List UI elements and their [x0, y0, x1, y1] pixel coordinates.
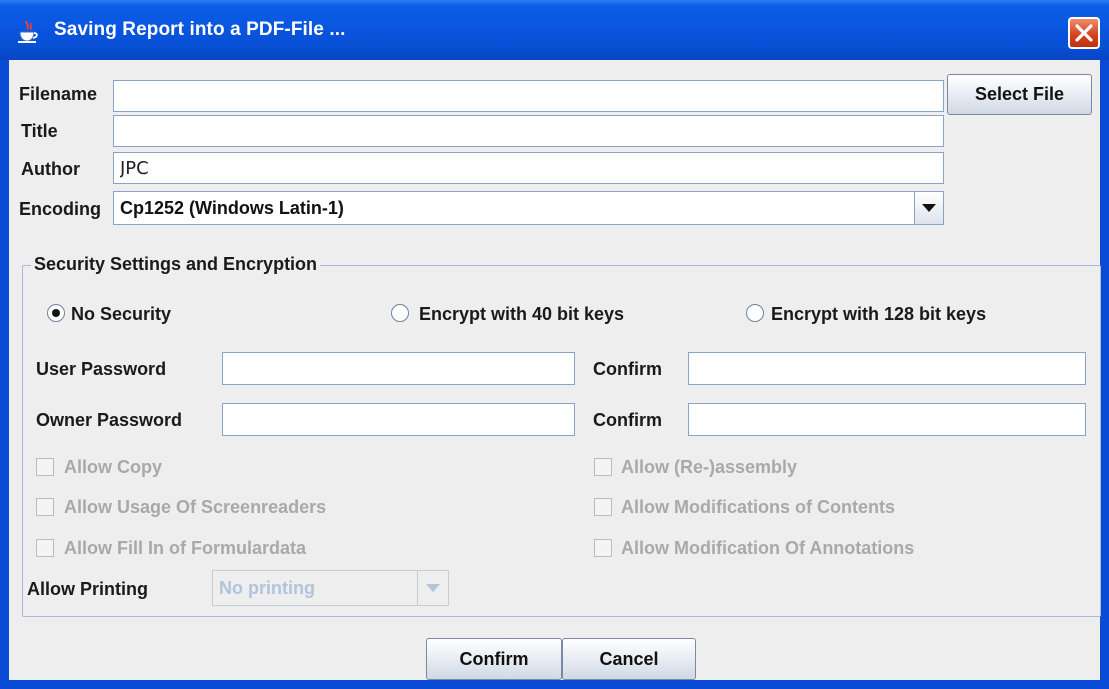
- encrypt-128-label[interactable]: Encrypt with 128 bit keys: [771, 304, 986, 325]
- allow-copy-label: Allow Copy: [64, 457, 162, 477]
- title-bar[interactable]: Saving Report into a PDF-File ...: [0, 0, 1109, 60]
- encoding-dropdown[interactable]: Cp1252 (Windows Latin-1): [113, 191, 944, 225]
- allow-copy-checkbox[interactable]: [36, 458, 54, 476]
- allow-printing-selected-value: No printing: [219, 578, 315, 598]
- encrypt-40-radio[interactable]: [391, 304, 409, 322]
- close-x-icon: [1075, 24, 1093, 42]
- radio-selected-dot: [52, 309, 60, 317]
- close-button[interactable]: [1068, 17, 1100, 49]
- author-label: Author: [21, 159, 80, 179]
- security-group-title: Security Settings and Encryption: [31, 254, 321, 275]
- dialog-window: Saving Report into a PDF-File ... Filena…: [0, 0, 1109, 689]
- allow-modify-contents-checkbox[interactable]: [594, 498, 612, 516]
- owner-password-confirm-field[interactable]: [688, 403, 1086, 436]
- filename-field[interactable]: [113, 80, 944, 112]
- encrypt-40-label[interactable]: Encrypt with 40 bit keys: [419, 304, 624, 325]
- allow-modify-annotations-label: Allow Modification Of Annotations: [621, 538, 915, 558]
- allow-modify-annotations-checkbox[interactable]: [594, 539, 612, 557]
- select-file-button[interactable]: Select File: [947, 74, 1092, 115]
- title-label: Title: [21, 121, 58, 141]
- allow-modify-contents-label: Allow Modifications of Contents: [621, 497, 895, 517]
- user-password-label: User Password: [36, 359, 167, 379]
- encoding-label: Encoding: [19, 199, 101, 219]
- allow-fill-in-checkbox[interactable]: [36, 539, 54, 557]
- chevron-down-icon[interactable]: [417, 571, 448, 605]
- owner-password-label: Owner Password: [36, 410, 183, 430]
- filename-label: Filename: [19, 84, 98, 104]
- no-security-radio[interactable]: [47, 304, 65, 322]
- encoding-selected-value: Cp1252 (Windows Latin-1): [120, 198, 344, 218]
- title-field[interactable]: [113, 115, 944, 147]
- owner-confirm-label: Confirm: [593, 410, 662, 430]
- user-confirm-label: Confirm: [593, 359, 662, 379]
- cancel-button[interactable]: Cancel: [562, 638, 696, 680]
- author-field[interactable]: [113, 152, 944, 184]
- chevron-down-icon[interactable]: [914, 192, 943, 224]
- no-security-label[interactable]: No Security: [71, 304, 171, 325]
- allow-fill-in-label: Allow Fill In of Formulardata: [64, 538, 307, 558]
- confirm-button[interactable]: Confirm: [426, 638, 562, 680]
- window-title: Saving Report into a PDF-File ...: [54, 19, 346, 40]
- owner-password-field[interactable]: [222, 403, 575, 436]
- allow-screenreaders-label: Allow Usage Of Screenreaders: [64, 497, 327, 517]
- allow-printing-dropdown[interactable]: No printing: [212, 570, 449, 606]
- user-password-field[interactable]: [222, 352, 575, 385]
- java-coffee-cup-icon: [18, 20, 38, 43]
- allow-reassembly-label: Allow (Re-)assembly: [621, 457, 798, 477]
- allow-reassembly-checkbox[interactable]: [594, 458, 612, 476]
- allow-screenreaders-checkbox[interactable]: [36, 498, 54, 516]
- user-password-confirm-field[interactable]: [688, 352, 1086, 385]
- encrypt-128-radio[interactable]: [746, 304, 764, 322]
- allow-printing-label: Allow Printing: [27, 579, 148, 599]
